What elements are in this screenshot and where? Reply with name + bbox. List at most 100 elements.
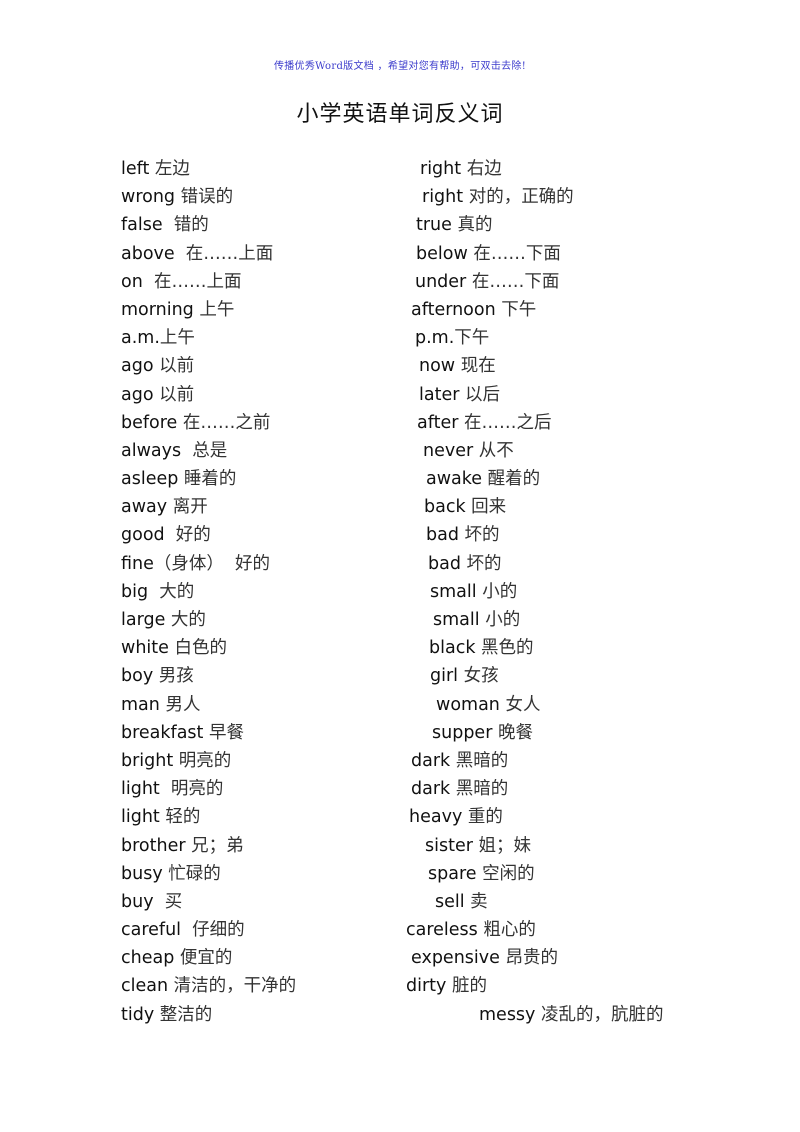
english-word: asleep <box>121 469 179 490</box>
chinese-meaning: 女人 <box>499 694 541 715</box>
chinese-meaning: 晚餐 <box>492 722 533 743</box>
english-word: morning <box>121 299 194 320</box>
antonym-pair-row: cheap 便宜的 expensive 昂贵的 <box>0 944 800 972</box>
english-word: below <box>416 243 468 264</box>
antonym-list: left 左边 right 右边 wrong 错误的 right 对的，正确的 fals… <box>0 155 800 1029</box>
word-right: dark 黑暗的 <box>411 747 508 775</box>
antonym-pair-row: breakfast 早餐 supper 晚餐 <box>0 719 800 747</box>
english-word: left <box>121 159 150 179</box>
chinese-meaning: 大的 <box>148 581 195 602</box>
english-word: p.m. <box>415 328 455 349</box>
chinese-meaning: 清洁的，干净的 <box>168 976 297 997</box>
english-word: supper <box>432 722 493 743</box>
word-right: spare 空闲的 <box>428 860 535 888</box>
english-word: expensive <box>411 948 500 969</box>
antonym-pair-row: morning 上午 afternoon 下午 <box>0 296 800 324</box>
word-right: bad 坏的 <box>428 550 502 578</box>
antonym-pair-row: light 轻的 heavy 重的 <box>0 803 800 831</box>
word-right: sell 卖 <box>435 888 488 916</box>
word-right: under 在……下面 <box>415 268 559 296</box>
word-left: big 大的 <box>121 578 194 606</box>
english-word: heavy <box>409 807 463 828</box>
word-left: light 轻的 <box>121 803 200 831</box>
antonym-pair-row: tidy 整洁的 messy 凌乱的，肮脏的 <box>0 1001 800 1029</box>
english-word: small <box>433 610 480 630</box>
english-word: wrong <box>121 187 176 208</box>
chinese-meaning: 男人 <box>159 694 201 715</box>
english-word: messy <box>479 1004 536 1025</box>
english-word: careless <box>406 920 478 941</box>
english-word: always <box>121 440 182 461</box>
word-left: away 离开 <box>121 493 208 521</box>
chinese-meaning: 昂贵的 <box>499 948 558 969</box>
english-word: man <box>121 694 160 715</box>
chinese-meaning: 错误的 <box>175 187 234 208</box>
chinese-meaning: 黑色的 <box>475 638 534 659</box>
english-word: sell <box>435 891 465 912</box>
word-right: messy 凌乱的，肮脏的 <box>479 1001 663 1029</box>
chinese-meaning: 明亮的 <box>173 750 232 771</box>
chinese-meaning: 粗心的 <box>477 920 536 941</box>
chinese-meaning: 对的，正确的 <box>463 187 574 208</box>
word-left: ago 以前 <box>121 381 194 409</box>
english-word: right <box>420 159 462 179</box>
antonym-pair-row: ago 以前 now 现在 <box>0 352 800 380</box>
chinese-meaning: 姐；妹 <box>472 835 531 856</box>
antonym-pair-row: left 左边 right 右边 <box>0 155 800 183</box>
chinese-meaning: 在……上面 <box>142 271 242 292</box>
word-left: careful 仔细的 <box>121 916 245 944</box>
antonym-pair-row: above 在……上面 below 在……下面 <box>0 240 800 268</box>
word-right: right 对的，正确的 <box>422 183 574 211</box>
chinese-meaning: 好的 <box>164 525 211 546</box>
antonym-pair-row: white 白色的 black 黑色的 <box>0 634 800 662</box>
chinese-meaning: 在……下面 <box>467 243 561 264</box>
word-left: cheap 便宜的 <box>121 944 232 972</box>
chinese-meaning: 黑暗的 <box>450 779 509 800</box>
english-word: right <box>422 187 464 208</box>
english-word: careful <box>121 920 182 941</box>
english-word: dark <box>411 750 451 771</box>
word-left: fine（身体） 好的 <box>121 550 270 578</box>
chinese-meaning: 小的 <box>476 581 518 602</box>
word-right: supper 晚餐 <box>432 719 533 747</box>
word-right: now 现在 <box>419 352 496 380</box>
word-right: right 右边 <box>420 155 502 183</box>
word-left: clean 清洁的，干净的 <box>121 972 296 1000</box>
word-right: dirty 脏的 <box>406 972 487 1000</box>
word-left: busy 忙碌的 <box>121 860 221 888</box>
antonym-pair-row: light 明亮的 dark 黑暗的 <box>0 775 800 803</box>
chinese-meaning: 女孩 <box>458 666 499 687</box>
english-word: later <box>419 384 460 405</box>
word-right: careless 粗心的 <box>406 916 536 944</box>
chinese-meaning: 睡着的 <box>178 469 237 490</box>
word-left: bright 明亮的 <box>121 747 231 775</box>
english-word: bright <box>121 750 174 771</box>
word-right: sister 姐；妹 <box>425 832 531 860</box>
chinese-meaning: 醒着的 <box>482 469 541 490</box>
antonym-pair-row: large 大的 small 小的 <box>0 606 800 634</box>
word-right: small 小的 <box>430 578 517 606</box>
english-word: boy <box>121 666 154 687</box>
word-left: tidy 整洁的 <box>121 1001 212 1029</box>
chinese-meaning: 以后 <box>459 384 500 405</box>
word-right: later 以后 <box>419 381 500 409</box>
word-right: small 小的 <box>433 606 520 634</box>
antonym-pair-row: asleep 睡着的 awake 醒着的 <box>0 465 800 493</box>
antonym-pair-row: bright 明亮的 dark 黑暗的 <box>0 747 800 775</box>
chinese-meaning: 坏的 <box>458 525 500 546</box>
word-left: white 白色的 <box>121 634 227 662</box>
word-left: left 左边 <box>121 155 190 183</box>
word-left: light 明亮的 <box>121 775 223 803</box>
chinese-meaning: （身体） 好的 <box>153 553 271 574</box>
chinese-meaning: 离开 <box>167 497 208 518</box>
chinese-meaning: 从不 <box>473 440 514 461</box>
antonym-pair-row: buy 买 sell 卖 <box>0 888 800 916</box>
english-word: brother <box>121 835 186 856</box>
english-word: true <box>416 215 452 236</box>
word-right: afternoon 下午 <box>411 296 536 324</box>
chinese-meaning: 买 <box>153 891 183 912</box>
word-left: always 总是 <box>121 437 227 465</box>
word-left: before 在……之前 <box>121 409 270 437</box>
word-right: woman 女人 <box>436 691 540 719</box>
english-word: ago <box>121 356 154 377</box>
